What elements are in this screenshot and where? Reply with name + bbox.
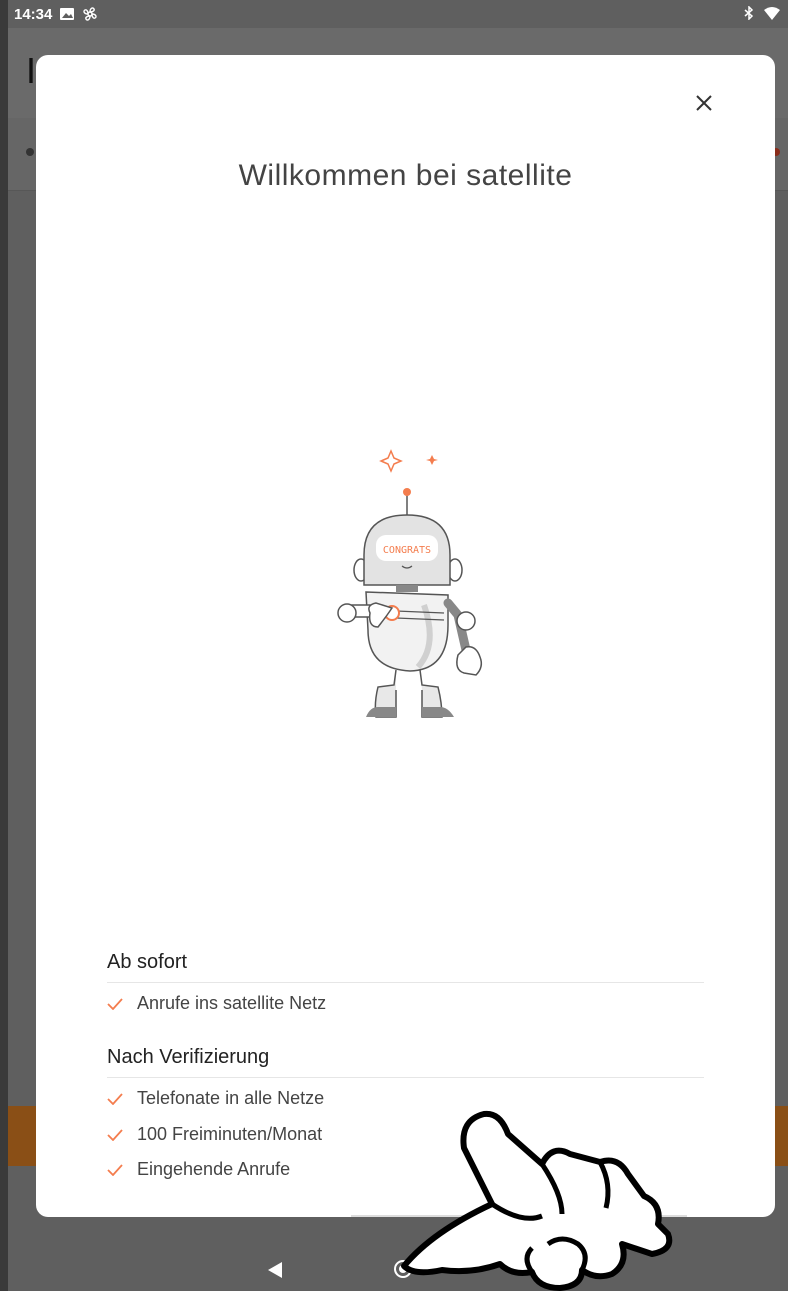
wifi-icon	[764, 6, 780, 20]
background-indicator-dot	[26, 148, 34, 156]
feature-label: Telefonate in alle Netze	[137, 1088, 325, 1108]
section-title-after-verification: Nach Verifizierung	[107, 1046, 270, 1068]
pinwheel-icon	[83, 7, 98, 21]
bluetooth-icon	[744, 6, 754, 20]
close-button[interactable]	[686, 85, 722, 121]
feature-item: Eingehende Anrufe	[107, 1159, 290, 1180]
screen-edge	[0, 0, 8, 1291]
divider	[107, 1077, 704, 1078]
feature-item: Telefonate in alle Netze	[107, 1088, 324, 1109]
scroll-indicator	[351, 1215, 687, 1217]
check-icon	[107, 1163, 123, 1176]
dialog-title: Willkommen bei satellite	[238, 159, 573, 192]
status-time: 14:34	[14, 5, 53, 23]
robot-illustration: CONGRATS	[337, 449, 483, 718]
robot-screen-text: CONGRATS	[383, 545, 431, 556]
home-icon[interactable]	[394, 1260, 412, 1278]
feature-item: Anrufe ins satellite Netz	[107, 993, 326, 1014]
feature-label: Anrufe ins satellite Netz	[137, 993, 327, 1013]
section-title-immediately: Ab sofort	[107, 951, 188, 973]
check-icon	[107, 997, 123, 1010]
feature-label: Eingehende Anrufe	[137, 1159, 291, 1179]
check-icon	[107, 1128, 123, 1141]
check-icon	[107, 1092, 123, 1105]
status-bar: 14:34	[8, 0, 788, 28]
back-icon[interactable]	[268, 1262, 282, 1278]
close-icon	[696, 95, 712, 111]
feature-item: 100 Freiminuten/Monat	[107, 1124, 322, 1145]
welcome-dialog: Willkommen bei satellite CONGRATS Ab sof…	[36, 55, 775, 1217]
image-icon	[60, 8, 75, 20]
background-app-title: I	[26, 50, 37, 91]
feature-label: 100 Freiminuten/Monat	[137, 1124, 323, 1144]
sparkle-icon	[379, 449, 438, 473]
divider	[107, 982, 704, 983]
